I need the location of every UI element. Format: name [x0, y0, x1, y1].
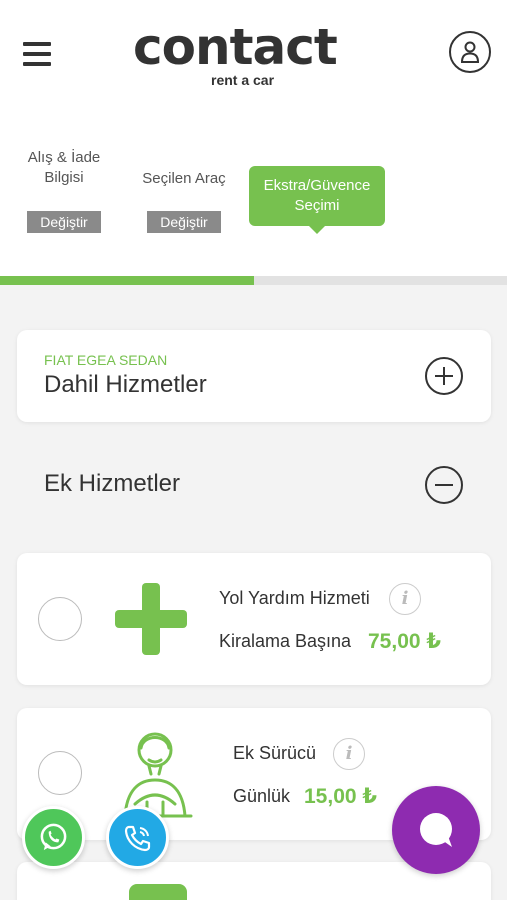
chat-button[interactable]	[392, 786, 480, 874]
service-price: 75,00 ₺	[368, 630, 441, 653]
service-radio[interactable]	[38, 597, 82, 641]
step-selected-car-label: Seçilen Araç	[142, 170, 226, 187]
chat-bubble-icon	[420, 813, 452, 847]
service-card-road-assist[interactable]: Yol Yardım Hizmeti i Kiralama Başına 75,…	[17, 553, 491, 685]
service-radio[interactable]	[38, 751, 82, 795]
hamburger-menu-icon[interactable]	[23, 42, 51, 66]
logo-subtitle: rent a car	[211, 72, 275, 88]
service-price: 15,00 ₺	[304, 785, 377, 808]
plus-icon	[115, 583, 187, 655]
included-services-title: Dahil Hizmetler	[44, 371, 207, 398]
change-pickup-button[interactable]: Değiştir	[27, 211, 101, 233]
info-icon[interactable]: i	[333, 738, 365, 770]
progress-fill	[0, 276, 254, 285]
minus-circle-icon[interactable]	[425, 466, 463, 504]
header: contact rent a car Alış & İade Bilgisi D…	[0, 0, 507, 285]
progress-track	[0, 276, 507, 285]
logo-text: contact	[133, 18, 338, 76]
call-button[interactable]	[106, 806, 169, 869]
whatsapp-button[interactable]	[22, 806, 85, 869]
extra-services-title: Ek Hizmetler	[44, 470, 181, 497]
step-pickup-return-label: Alış & İade Bilgisi	[27, 149, 101, 186]
service-name: Ek Sürücü	[233, 743, 317, 763]
account-button[interactable]	[449, 31, 491, 73]
service-period: Günlük	[233, 786, 291, 806]
included-services-card[interactable]: FIAT EGEA SEDAN Dahil Hizmetler	[17, 330, 491, 422]
service-name: Yol Yardım Hizmeti	[219, 588, 370, 608]
info-icon[interactable]: i	[389, 583, 421, 615]
step-extras-active: Ekstra/Güvence Seçimi	[249, 166, 385, 234]
whatsapp-icon	[40, 823, 67, 851]
logo[interactable]: contact rent a car	[133, 18, 378, 88]
service-period: Kiralama Başına	[219, 631, 352, 651]
phone-call-icon	[124, 825, 151, 852]
car-name: FIAT EGEA SEDAN	[44, 352, 168, 368]
change-car-button[interactable]: Değiştir	[147, 211, 221, 233]
service-icon	[129, 884, 187, 900]
plus-circle-icon[interactable]	[425, 357, 463, 395]
user-icon	[461, 41, 479, 63]
